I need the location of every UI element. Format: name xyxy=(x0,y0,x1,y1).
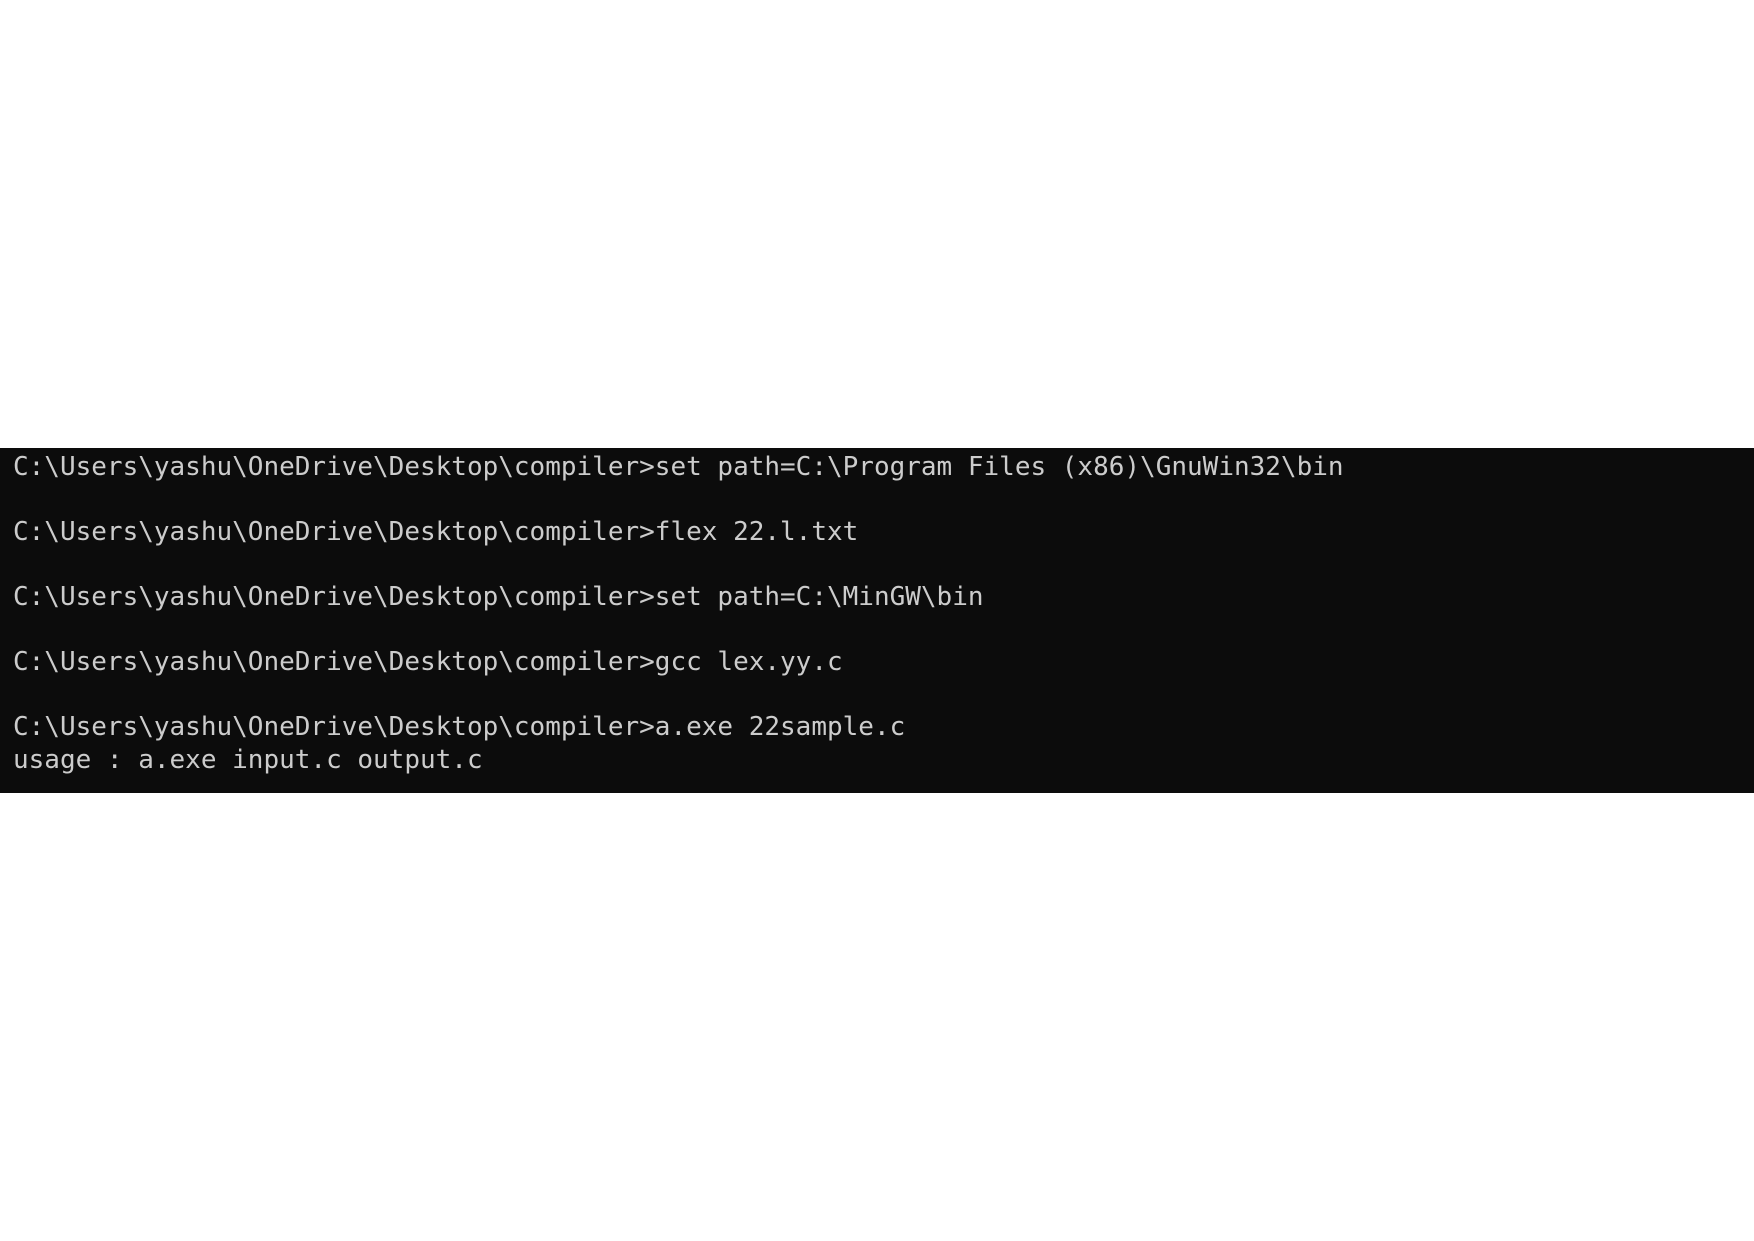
command-text: set path=C:\Program Files (x86)\GnuWin32… xyxy=(654,452,1344,482)
command-line: C:\Users\yashu\OneDrive\Desktop\compiler… xyxy=(13,646,1754,679)
prompt: C:\Users\yashu\OneDrive\Desktop\compiler… xyxy=(13,647,655,677)
command-line: C:\Users\yashu\OneDrive\Desktop\compiler… xyxy=(13,711,1754,744)
command-line: C:\Users\yashu\OneDrive\Desktop\compiler… xyxy=(13,581,1754,614)
command-text: a.exe 22sample.c xyxy=(654,712,906,742)
command-text: set path=C:\MinGW\bin xyxy=(654,582,984,612)
prompt: C:\Users\yashu\OneDrive\Desktop\compiler… xyxy=(13,517,655,547)
prompt: C:\Users\yashu\OneDrive\Desktop\compiler… xyxy=(13,582,655,612)
prompt: C:\Users\yashu\OneDrive\Desktop\compiler… xyxy=(13,712,655,742)
prompt: C:\Users\yashu\OneDrive\Desktop\compiler… xyxy=(13,452,655,482)
command-text: gcc lex.yy.c xyxy=(654,647,843,677)
command-line: C:\Users\yashu\OneDrive\Desktop\compiler… xyxy=(13,516,1754,549)
terminal-window[interactable]: C:\Users\yashu\OneDrive\Desktop\compiler… xyxy=(0,448,1754,793)
output-line: usage : a.exe input.c output.c xyxy=(13,744,483,775)
command-text: flex 22.l.txt xyxy=(654,517,859,547)
command-line: C:\Users\yashu\OneDrive\Desktop\compiler… xyxy=(13,451,1754,484)
